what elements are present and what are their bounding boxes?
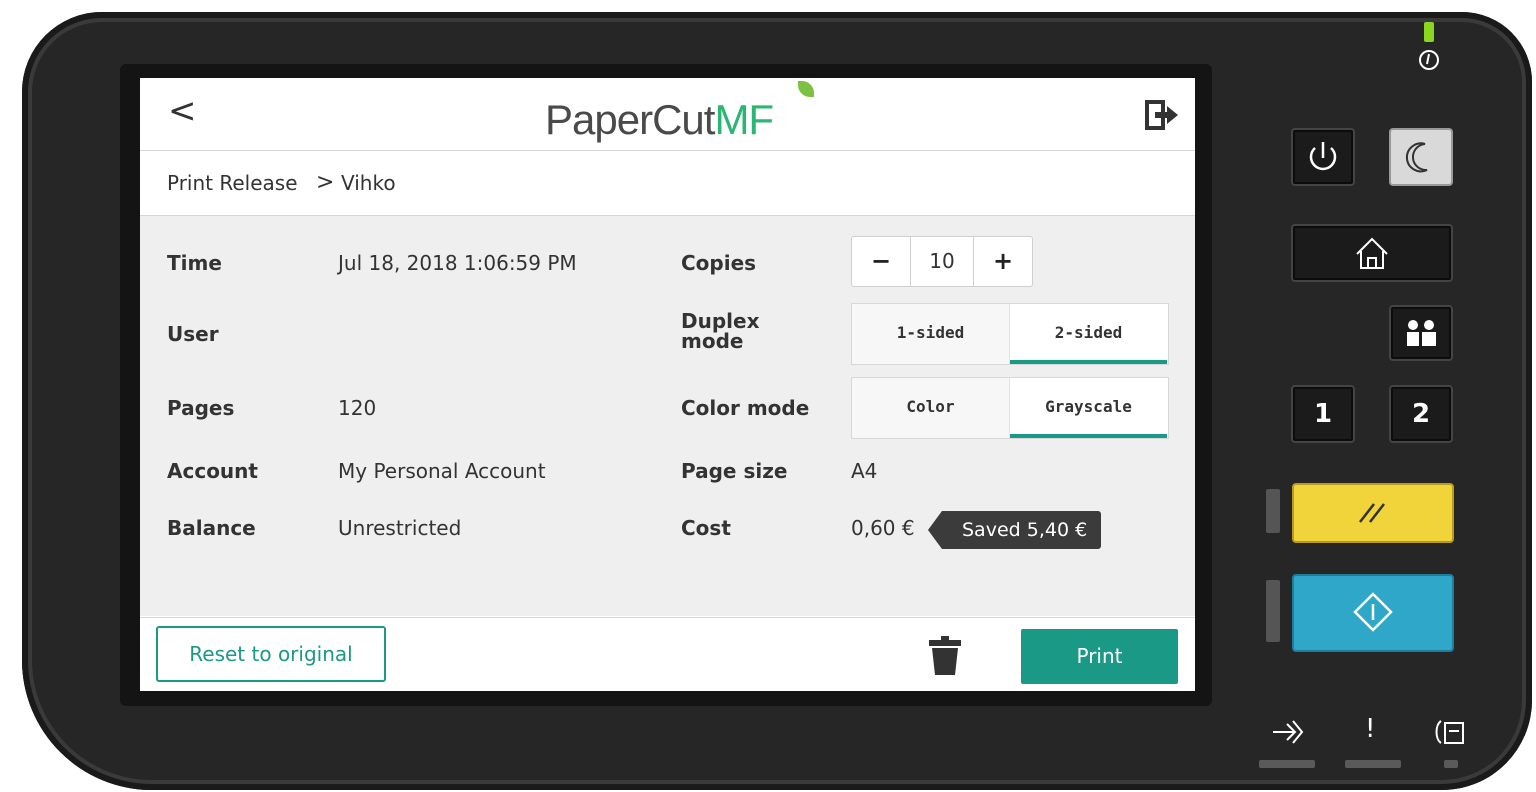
trash-icon[interactable] xyxy=(928,636,962,676)
savings-badge: Saved 5,40 € xyxy=(927,511,1102,549)
color-mode-toggle: Color Grayscale xyxy=(851,377,1169,439)
duplex-label-line2: mode xyxy=(681,329,744,353)
indicator-strip-1 xyxy=(1259,760,1315,768)
sleep-button[interactable] xyxy=(1389,128,1453,186)
user-mode-button[interactable] xyxy=(1389,305,1453,361)
duplex-toggle: 1-sided 2-sided xyxy=(851,303,1169,365)
power-icon xyxy=(1309,142,1337,171)
cost-label: Cost xyxy=(681,516,731,540)
user-label: User xyxy=(167,322,219,346)
balance-label: Balance xyxy=(167,516,256,540)
start-icon xyxy=(1353,592,1393,632)
data-in-icon xyxy=(1273,720,1304,744)
reset-key-slot xyxy=(1266,489,1280,533)
color-mode-label: Color mode xyxy=(681,396,810,420)
logo-leaf-icon xyxy=(798,81,814,97)
logo-suffix-text: MF xyxy=(714,96,774,143)
indicator-strip-2 xyxy=(1345,760,1401,768)
reset-icon xyxy=(1359,503,1385,523)
papercut-logo: PaperCutMF xyxy=(545,96,774,144)
header-bar: < PaperCutMF xyxy=(140,78,1195,151)
touch-screen: < PaperCutMF Print Release > Vihko Time … xyxy=(140,78,1195,691)
shortcut-1-button[interactable]: 1 xyxy=(1291,385,1355,443)
time-label: Time xyxy=(167,251,222,275)
cost-value: 0,60 € xyxy=(851,516,915,540)
pages-label: Pages xyxy=(167,396,235,420)
reset-key[interactable] xyxy=(1292,483,1454,543)
account-label: Account xyxy=(167,459,258,483)
breadcrumb: Print Release > Vihko xyxy=(140,151,1195,216)
moon-icon xyxy=(1405,142,1428,173)
start-key[interactable] xyxy=(1292,574,1454,652)
copies-decrement-button[interactable]: − xyxy=(852,237,911,286)
home-icon xyxy=(1356,237,1388,269)
alert-icon: ! xyxy=(1365,714,1376,744)
page-size-value: A4 xyxy=(851,459,878,483)
copies-label: Copies xyxy=(681,251,757,275)
page-size-label: Page size xyxy=(681,459,788,483)
shortcut-2-button[interactable]: 2 xyxy=(1389,385,1453,443)
users-icon xyxy=(1407,320,1436,346)
logout-icon[interactable] xyxy=(1145,100,1179,130)
start-key-slot xyxy=(1266,580,1280,642)
power-led xyxy=(1424,22,1434,42)
home-button[interactable] xyxy=(1291,224,1453,282)
pages-value: 120 xyxy=(338,396,377,420)
chevron-right-icon: > xyxy=(316,170,335,195)
main-power-icon xyxy=(1419,50,1439,70)
account-value: My Personal Account xyxy=(338,459,546,483)
color-option[interactable]: Color xyxy=(852,378,1010,438)
back-button[interactable]: < xyxy=(168,94,197,128)
duplex-label: Duplex mode xyxy=(681,311,759,351)
breadcrumb-current: Vihko xyxy=(341,171,396,195)
logo-main-text: PaperCut xyxy=(545,96,715,143)
duplex-2-sided-option[interactable]: 2-sided xyxy=(1010,304,1167,364)
balance-value: Unrestricted xyxy=(338,516,462,540)
time-value: Jul 18, 2018 1:06:59 PM xyxy=(338,251,577,275)
indicator-strip-3 xyxy=(1444,760,1458,768)
power-button[interactable] xyxy=(1291,128,1355,186)
grayscale-option[interactable]: Grayscale xyxy=(1010,378,1167,438)
copies-stepper: − 10 + xyxy=(851,236,1033,287)
breadcrumb-print-release[interactable]: Print Release xyxy=(167,171,298,195)
fax-icon xyxy=(1435,720,1464,744)
print-button[interactable]: Print xyxy=(1021,629,1178,684)
duplex-1-sided-option[interactable]: 1-sided xyxy=(852,304,1010,364)
reset-to-original-button[interactable]: Reset to original xyxy=(156,626,386,682)
copies-value[interactable]: 10 xyxy=(911,237,973,286)
action-bar: Reset to original Print xyxy=(140,617,1195,691)
copies-increment-button[interactable]: + xyxy=(973,237,1032,286)
